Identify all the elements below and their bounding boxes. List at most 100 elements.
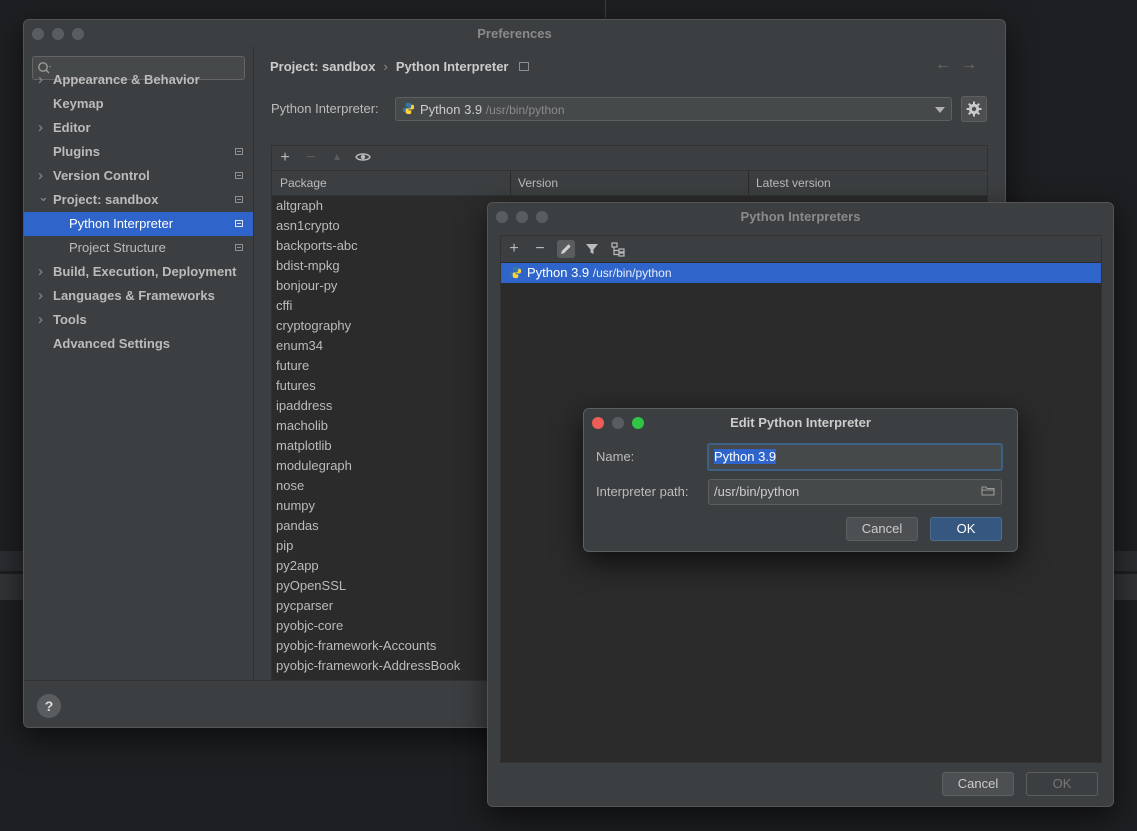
- cancel-button[interactable]: Cancel: [942, 772, 1014, 796]
- show-early-releases-button[interactable]: [354, 149, 372, 167]
- ok-button[interactable]: OK: [930, 517, 1002, 541]
- background-divider: [605, 0, 606, 18]
- column-header-version[interactable]: Version: [518, 176, 558, 190]
- back-arrow-icon[interactable]: ←: [935, 56, 961, 73]
- chevron-right-icon[interactable]: ›: [38, 260, 43, 284]
- interpreter-item-name: Python 3.9: [527, 265, 590, 280]
- sidebar-item[interactable]: Keymap: [24, 92, 253, 116]
- sidebar-item[interactable]: ⌄ Project: sandbox: [24, 188, 253, 212]
- filter-icon: [586, 244, 598, 254]
- sidebar-item[interactable]: Advanced Settings: [24, 332, 253, 356]
- add-package-button[interactable]: +: [276, 149, 294, 167]
- sidebar-item-label: Python Interpreter: [69, 216, 174, 231]
- dialog-title: Edit Python Interpreter: [730, 415, 871, 430]
- sidebar-item-label: Project: sandbox: [53, 192, 159, 207]
- project-scope-icon: [235, 244, 243, 251]
- sidebar-item-label: Project Structure: [69, 240, 166, 255]
- interpreter-select[interactable]: Python 3.9 /usr/bin/python: [395, 97, 952, 121]
- breadcrumb-page: Python Interpreter: [395, 59, 509, 74]
- chevron-right-icon[interactable]: ›: [38, 284, 43, 308]
- interpreter-path-label: Interpreter path:: [596, 484, 689, 499]
- interpreter-list-item[interactable]: Python 3.9 /usr/bin/python: [501, 263, 1101, 283]
- sidebar-item[interactable]: › Languages & Frameworks: [24, 284, 253, 308]
- filter-interpreters-button[interactable]: [583, 240, 601, 258]
- sidebar-item-label: Keymap: [53, 96, 104, 111]
- interpreter-path-value: /usr/bin/python: [714, 484, 800, 499]
- sidebar-item[interactable]: › Build, Execution, Deployment: [24, 260, 253, 284]
- remove-package-button[interactable]: −: [302, 149, 320, 167]
- breadcrumb: Project: sandbox › Python Interpreter: [270, 59, 529, 74]
- interpreters-toolbar: + −: [501, 236, 1101, 262]
- interpreter-name: Python 3.9: [420, 102, 483, 117]
- help-button[interactable]: ?: [37, 694, 61, 718]
- sidebar-item[interactable]: › Version Control: [24, 164, 253, 188]
- window-title: Preferences: [477, 26, 552, 41]
- title-bar: Preferences: [24, 20, 1005, 46]
- settings-sidebar: › Appearance & Behavior Keymap › Editor Plugi…: [24, 46, 254, 680]
- interpreter-select-value: Python 3.9 /usr/bin/python: [420, 102, 565, 117]
- name-label: Name:: [596, 449, 635, 464]
- chevron-down-icon[interactable]: ⌄: [38, 185, 49, 209]
- project-scope-icon: [235, 220, 243, 227]
- column-header-package[interactable]: Package: [280, 176, 327, 190]
- name-input-selected-text: Python 3.9: [714, 449, 777, 464]
- pencil-icon: [561, 244, 571, 254]
- sidebar-item-label: Version Control: [53, 168, 150, 183]
- ok-button[interactable]: OK: [1026, 772, 1098, 796]
- remove-interpreter-button[interactable]: −: [531, 240, 549, 258]
- sidebar-item[interactable]: › Tools: [24, 308, 253, 332]
- column-divider: [510, 171, 511, 195]
- interpreter-settings-button[interactable]: [961, 96, 987, 122]
- project-scope-icon: [518, 62, 529, 71]
- sidebar-item-label: Plugins: [53, 144, 100, 159]
- forward-arrow-icon[interactable]: →: [961, 56, 987, 73]
- sidebar-item-label: Advanced Settings: [53, 336, 171, 351]
- history-navigation: ←→: [935, 56, 987, 74]
- title-bar: Python Interpreters: [488, 203, 1113, 229]
- add-interpreter-button[interactable]: +: [505, 240, 523, 258]
- eye-icon: [355, 153, 371, 161]
- edit-interpreter-dialog: Edit Python Interpreter Name: Python 3.9…: [583, 408, 1018, 552]
- python-icon: [509, 266, 522, 279]
- column-header-latest-version[interactable]: Latest version: [756, 176, 831, 190]
- sidebar-item[interactable]: › Editor: [24, 116, 253, 140]
- name-input[interactable]: Python 3.9: [707, 443, 1003, 471]
- interpreter-path-input[interactable]: /usr/bin/python: [708, 479, 1002, 505]
- interpreter-item-text: Python 3.9 /usr/bin/python: [527, 265, 672, 280]
- interpreter-item-path: /usr/bin/python: [592, 266, 672, 280]
- chevron-right-icon[interactable]: ›: [38, 308, 43, 332]
- python-icon: [402, 102, 415, 115]
- upgrade-package-button[interactable]: ▲: [328, 149, 346, 167]
- column-divider: [748, 171, 749, 195]
- sidebar-item[interactable]: Python Interpreter: [24, 212, 253, 236]
- show-paths-button[interactable]: [609, 240, 627, 258]
- title-bar: Edit Python Interpreter: [584, 409, 1017, 435]
- chevron-right-icon[interactable]: ›: [38, 68, 43, 92]
- name-input-value: Python 3.9: [714, 449, 777, 464]
- tree-icon: [611, 242, 625, 257]
- interpreter-label: Python Interpreter:: [271, 101, 379, 116]
- sidebar-item[interactable]: Project Structure: [24, 236, 253, 260]
- sidebar-item[interactable]: Plugins: [24, 140, 253, 164]
- sidebar-item-label: Languages & Frameworks: [53, 288, 215, 303]
- packages-toolbar: + − ▲: [272, 146, 987, 171]
- project-scope-icon: [235, 148, 243, 155]
- breadcrumb-separator: ›: [383, 59, 388, 74]
- packages-table-header: Package Version Latest version: [272, 171, 987, 196]
- dialog-title: Python Interpreters: [740, 209, 861, 224]
- cancel-button[interactable]: Cancel: [846, 517, 918, 541]
- project-scope-icon: [235, 172, 243, 179]
- folder-icon[interactable]: [981, 486, 995, 496]
- edit-interpreter-button[interactable]: [557, 240, 575, 258]
- sidebar-item-label: Build, Execution, Deployment: [53, 264, 237, 279]
- gear-icon: [966, 101, 982, 117]
- breadcrumb-project[interactable]: Project: sandbox: [270, 59, 375, 74]
- chevron-right-icon[interactable]: ›: [38, 116, 43, 140]
- sidebar-item-label: Tools: [53, 312, 87, 327]
- interpreter-path: /usr/bin/python: [485, 103, 565, 117]
- sidebar-item-label: Appearance & Behavior: [53, 72, 200, 87]
- project-scope-icon: [235, 196, 243, 203]
- sidebar-item[interactable]: › Appearance & Behavior: [24, 68, 253, 92]
- sidebar-item-label: Editor: [53, 120, 91, 135]
- chevron-down-icon: [935, 107, 945, 113]
